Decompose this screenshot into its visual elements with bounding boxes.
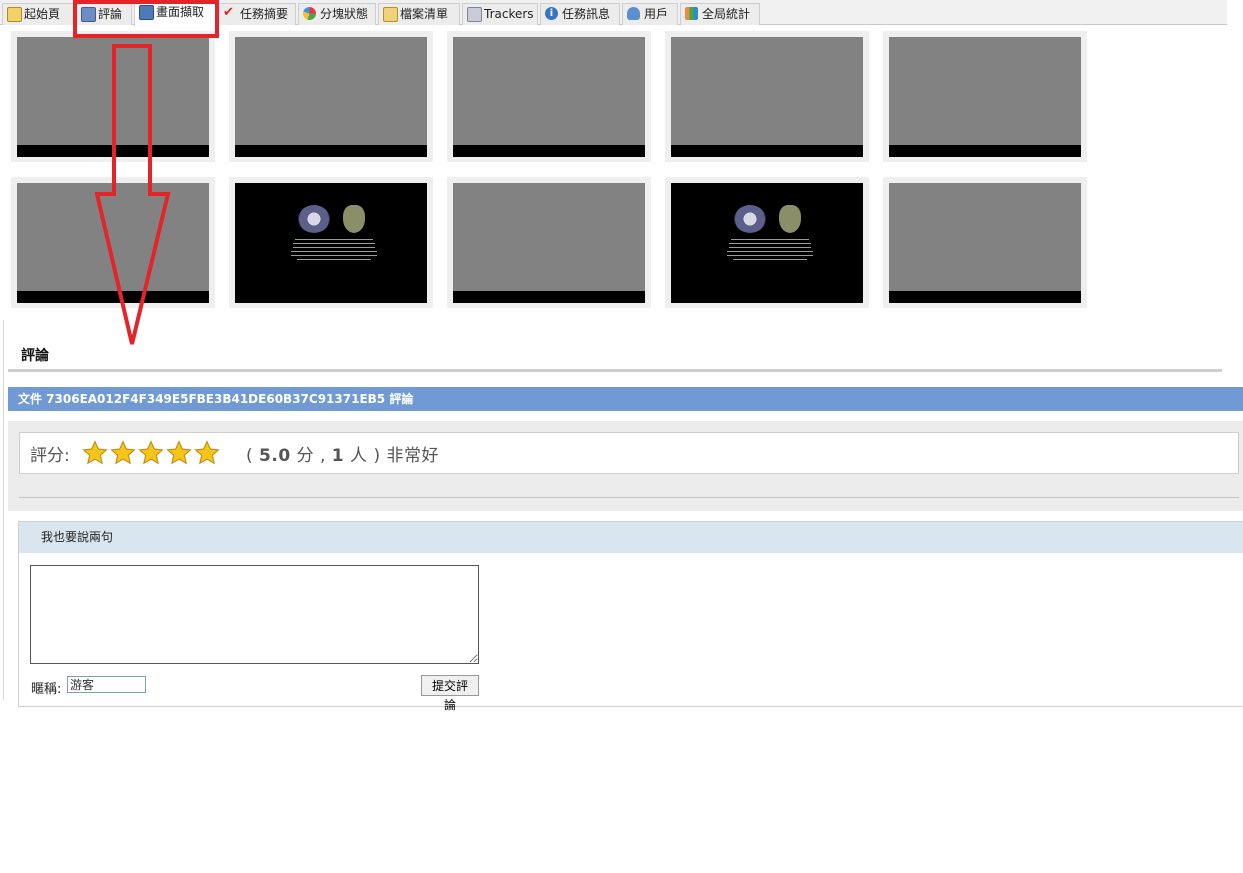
tab-piece-status[interactable]: 分塊狀態 bbox=[298, 3, 376, 25]
section-title: 評論 bbox=[21, 348, 49, 364]
comment-textarea[interactable] bbox=[30, 565, 479, 664]
screenshot-thumbnail[interactable] bbox=[229, 31, 433, 162]
badge-emblem bbox=[779, 205, 801, 233]
rating-label: 評分: bbox=[30, 446, 70, 466]
tab-label: 任務訊息 bbox=[562, 7, 611, 21]
rating-people: 1 bbox=[331, 446, 345, 466]
tab-file-list[interactable]: 檔案清單 bbox=[378, 3, 460, 25]
badge-emblem bbox=[343, 205, 365, 233]
tab-task-messages[interactable]: i 任務訊息 bbox=[540, 3, 620, 25]
tab-label: 起始頁 bbox=[24, 7, 61, 21]
tab-task-summary[interactable]: ✔ 任務摘要 bbox=[218, 3, 296, 25]
nickname-label: 暱稱: bbox=[31, 682, 62, 697]
tab-global-stats[interactable]: 全局統計 bbox=[680, 3, 760, 25]
seal-emblem bbox=[298, 205, 330, 233]
rating-box: 評分: ( 5.0 分 , 1 人 ) 非常好 bbox=[19, 432, 1239, 474]
section-divider bbox=[8, 369, 1222, 372]
tab-start-page[interactable]: 起始頁 bbox=[2, 3, 74, 25]
home-icon bbox=[7, 7, 22, 22]
left-border bbox=[3, 320, 4, 700]
tab-label: 分塊狀態 bbox=[320, 7, 369, 21]
seal-emblem bbox=[734, 205, 766, 233]
tab-peers[interactable]: 用戶 bbox=[622, 3, 678, 25]
divider bbox=[19, 497, 1239, 498]
trackers-icon bbox=[467, 7, 482, 22]
screenshot-thumbnail[interactable] bbox=[665, 31, 869, 162]
submit-comment-button[interactable]: 提交評論 bbox=[421, 675, 479, 712]
stats-icon bbox=[685, 7, 698, 20]
tab-label: Trackers bbox=[484, 7, 534, 21]
rating-score: 5.0 bbox=[259, 446, 291, 466]
folder-icon bbox=[383, 7, 398, 22]
rating-mid: 分 , bbox=[290, 446, 332, 466]
tab-label: 任務摘要 bbox=[240, 7, 289, 21]
star-icon[interactable] bbox=[138, 440, 164, 466]
annotation-arrow-icon bbox=[95, 44, 171, 345]
annotation-highlight-box bbox=[73, 0, 219, 38]
rating-open: ( bbox=[246, 446, 260, 466]
star-icon[interactable] bbox=[194, 440, 220, 466]
star-rating[interactable] bbox=[82, 440, 222, 466]
pie-chart-icon bbox=[303, 7, 316, 20]
comments-header: 文件 7306EA012F4F349E5FBE3B41DE60B37C91371… bbox=[8, 387, 1243, 411]
tab-label: 用戶 bbox=[644, 7, 669, 21]
screenshot-thumbnail-warning[interactable] bbox=[229, 177, 433, 308]
rating-summary: ( 5.0 分 , 1 人 ) 非常好 bbox=[246, 441, 439, 466]
tab-label: 全局統計 bbox=[702, 7, 751, 21]
tab-trackers[interactable]: Trackers bbox=[462, 3, 538, 25]
user-icon bbox=[627, 7, 640, 20]
comment-form: 我也要說兩句 暱稱: 提交評論 bbox=[18, 521, 1243, 712]
screenshot-thumbnail-warning[interactable] bbox=[665, 177, 869, 308]
info-icon: i bbox=[545, 7, 558, 20]
tab-label: 檔案清單 bbox=[400, 7, 449, 21]
screenshot-thumbnail[interactable] bbox=[447, 177, 651, 308]
star-icon[interactable] bbox=[110, 440, 136, 466]
screenshot-thumbnail[interactable] bbox=[883, 31, 1087, 162]
star-icon[interactable] bbox=[166, 440, 192, 466]
nickname-input[interactable] bbox=[67, 676, 146, 693]
checkmark-icon: ✔ bbox=[223, 5, 234, 20]
rating-close: 人 ) 非常好 bbox=[344, 446, 439, 466]
screenshot-thumbnail[interactable] bbox=[883, 177, 1087, 308]
comment-form-title: 我也要說兩句 bbox=[19, 522, 1243, 553]
star-icon[interactable] bbox=[82, 440, 108, 466]
screenshot-thumbnail[interactable] bbox=[447, 31, 651, 162]
